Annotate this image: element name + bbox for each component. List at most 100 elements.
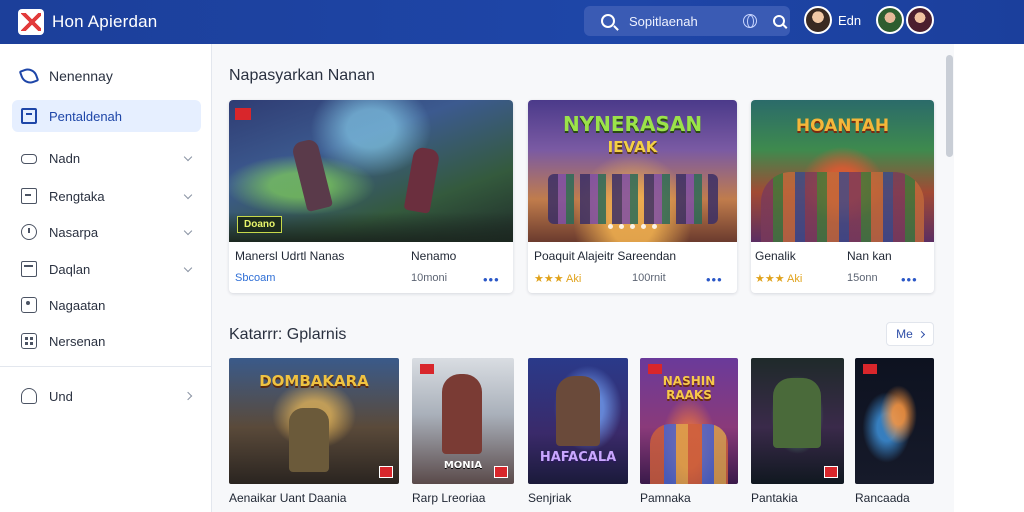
hero-figure — [442, 374, 482, 454]
rating-badge-icon-2 — [494, 466, 508, 478]
sidebar-item-library[interactable]: Pentaldenah — [12, 100, 201, 132]
user-name[interactable]: Edn — [838, 13, 861, 28]
more-options-icon[interactable]: ••• — [901, 272, 918, 287]
more-options-icon[interactable]: ••• — [706, 272, 723, 287]
grid-icon — [21, 333, 37, 349]
more-button[interactable]: Me — [886, 322, 934, 346]
top-bar: Hon Apierdan — [0, 0, 1024, 44]
game-logo-subtitle: IEVAK — [607, 138, 658, 156]
chevron-down-icon — [183, 226, 193, 235]
chevron-right-icon — [183, 391, 193, 401]
game-tile[interactable]: HAFACALA Senjriak — [528, 358, 628, 512]
sidebar-item-label: Nagaatan — [49, 297, 106, 313]
game-tile-label: Pantakia — [751, 491, 798, 505]
rating-badge-icon — [379, 466, 393, 478]
brand[interactable]: Hon Apierdan — [18, 9, 157, 35]
friend-avatar[interactable] — [876, 6, 904, 34]
sidebar-item-recent[interactable]: Nasarpa — [12, 216, 201, 248]
card-title: Poaquit Alajeitr Sareendan — [534, 249, 677, 263]
chevron-down-icon — [183, 190, 193, 199]
game-logo-title: NYNERASAN — [562, 112, 703, 136]
search-submit-icon[interactable] — [773, 15, 785, 27]
game-tile[interactable]: NASHIN RAAKS Pamnaka — [640, 358, 738, 512]
user-avatar[interactable] — [804, 6, 832, 34]
game-cover-image — [751, 358, 844, 484]
sidebar-item-account[interactable]: Und — [12, 380, 201, 412]
square-icon — [21, 108, 37, 124]
game-cover-image: Doano — [229, 100, 513, 242]
character-crowd — [761, 172, 924, 242]
game-logo-title: HAFACALA — [539, 450, 617, 465]
card-duration: 100rnit — [632, 272, 666, 284]
chevron-down-icon — [183, 152, 193, 161]
more-options-icon[interactable]: ••• — [483, 272, 500, 287]
list-icon — [21, 188, 37, 204]
sidebar-item-games[interactable]: Nadn — [12, 142, 201, 174]
card-duration: 15onn — [847, 272, 878, 284]
game-cover-image: DOMBAKARA — [229, 358, 399, 484]
featured-card[interactable]: NYNERASAN IEVAK Poaquit Alajeitr Sareend… — [528, 100, 737, 293]
featured-card[interactable]: HOANTAH Genalik Nan kan ★★★ Aki 15onn ••… — [751, 100, 934, 293]
sidebar-item-home[interactable]: Nenennay — [12, 60, 201, 92]
card-subtitle: Nan kan — [847, 249, 892, 263]
card-meta: Sbcoam — [235, 272, 276, 284]
game-tile[interactable]: Pantakia — [751, 358, 844, 512]
search-input[interactable] — [629, 13, 729, 29]
sidebar-item-label: Nasarpa — [49, 224, 99, 240]
character-group — [650, 424, 728, 484]
game-tile-label: Aenaikar Uant Daania — [229, 491, 347, 505]
sidebar-item-label: Nadn — [49, 150, 81, 166]
search-bar[interactable] — [584, 6, 790, 36]
carousel-dots[interactable] — [528, 216, 737, 234]
chevron-right-icon — [917, 330, 925, 338]
game-tile[interactable]: MONIA Rarp Lreoriaa — [412, 358, 514, 512]
card-duration: 10moni — [411, 272, 448, 284]
game-cover-image: HOANTAH — [751, 100, 934, 242]
card-rating: ★★★ Aki — [755, 273, 803, 285]
more-button-label: Me — [896, 327, 913, 341]
rating-badge-icon — [648, 364, 662, 374]
game-tile-label: Rarp Lreoriaa — [412, 491, 486, 505]
game-logo-badge: Doano — [237, 216, 283, 233]
game-logo-title: DOMBAKARA — [259, 372, 369, 390]
people-icon — [21, 297, 37, 313]
sidebar-item-label: Und — [49, 388, 73, 404]
chevron-down-icon — [183, 263, 193, 272]
sidebar-item-community[interactable]: Nagaatan — [12, 289, 201, 321]
game-tile-label: Senjriak — [528, 491, 572, 505]
sidebar-item-calendar[interactable]: Daqlan — [12, 253, 201, 285]
game-logo-title: HOANTAH — [795, 116, 890, 136]
rating-badge-icon — [420, 364, 434, 374]
game-tile[interactable]: Rancaada — [855, 358, 934, 512]
rating-badge-icon — [863, 364, 877, 374]
sidebar-item-label: Nersenan — [49, 333, 106, 349]
friend-avatar-2[interactable] — [906, 6, 934, 34]
sidebar-item-label: Pentaldenah — [49, 108, 123, 124]
hero-figure-left — [290, 137, 334, 213]
sidebar-divider — [0, 366, 212, 367]
card-title: Genalik — [755, 249, 796, 263]
game-tile[interactable]: DOMBAKARA Aenaikar Uant Daania — [229, 358, 399, 512]
clock-icon — [21, 224, 37, 240]
game-cover-image: HAFACALA — [528, 358, 628, 484]
gamepad-icon — [21, 154, 37, 164]
hero-figure — [556, 376, 600, 446]
game-cover-image: NYNERASAN IEVAK — [528, 100, 737, 242]
right-margin — [954, 44, 1024, 512]
card-subtitle: Nenamo — [411, 249, 457, 263]
featured-card[interactable]: Doano Manersl Udrtl Nanas Nenamo Sbcoam … — [229, 100, 513, 293]
hero-figure-right — [403, 146, 441, 214]
app-title: Hon Apierdan — [52, 12, 158, 31]
game-cover-image: NASHIN RAAKS — [640, 358, 738, 484]
sidebar-item-apps[interactable]: Nersenan — [12, 325, 201, 357]
globe-icon[interactable] — [743, 14, 757, 28]
category-section-title: Katarrr: Gplarnis — [229, 326, 347, 343]
hero-figure — [773, 378, 821, 448]
card-title: Manersl Udrtl Nanas — [235, 249, 345, 263]
calendar-icon — [21, 261, 37, 277]
sidebar-item-lists[interactable]: Rengtaka — [12, 180, 201, 212]
rating-badge-icon — [235, 108, 251, 120]
app-logo-icon — [18, 9, 44, 35]
sidebar-item-label: Nenennay — [49, 68, 113, 84]
scrollbar[interactable] — [946, 55, 953, 157]
